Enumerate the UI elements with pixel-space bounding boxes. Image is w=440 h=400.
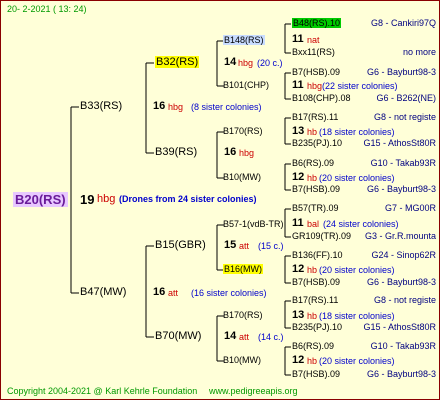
gen4-info-7: G6 - Bayburt98-3 [366,184,436,194]
gen3-number-4: 11 [292,217,304,229]
gen4-info-12: G8 - not registe [373,295,436,305]
gen4-name-14[interactable]: B6(RS).09 [292,341,334,351]
gen3-number-1: 11 [292,79,304,91]
gen2-name-1[interactable]: B39(RS) [155,146,197,158]
gen2-note-3: (14 c.) [258,332,284,342]
gen4-name-2[interactable]: B7(HSB).09 [292,67,340,77]
gen4-info-6: G10 - Takab93R [370,158,436,168]
gen3-name-4[interactable]: B57-1(vdB-TR) [223,219,284,229]
gen4-info-9: G3 - Gr.R.mounta [364,231,436,241]
gen3-number-2: 13 [292,125,305,137]
gen4-name-7[interactable]: B7(HSB).09 [292,184,340,194]
gen2-number-3: 14 [224,330,237,342]
gen3-note-3: (20 sister colonies) [319,173,395,183]
gen4-name-1[interactable]: Bxx11(RS) [292,47,335,57]
gen3-number-5: 12 [292,263,305,275]
gen1-number-1: 16 [153,286,166,298]
gen3-note-2: (18 sister colonies) [319,127,395,137]
gen4-name-4[interactable]: B17(RS).11 [292,112,338,122]
gen3-number-7: 12 [292,354,305,366]
gen4-info-1: no more [402,47,436,57]
gen3-note-7: (20 sister colonies) [319,356,395,366]
gen4-name-10[interactable]: B136(FF).10 [292,250,343,260]
gen4-info-11: G6 - Bayburt98-3 [366,277,436,287]
gen3-name-2[interactable]: B170(RS) [223,126,263,136]
gen3-code-3: hb [307,173,318,183]
gen2-code-1: hbg [239,148,255,158]
gen3-name-0[interactable]: B148(RS) [223,35,265,45]
gen3-name-3[interactable]: B10(MW) [223,172,261,182]
gen4-info-3: G6 - B262(NE) [376,93,436,103]
root-note: (Drones from 24 sister colonies) [119,194,257,204]
report-date: 20- 2-2021 ( 13: 24) [7,4,87,14]
gen3-code-1: hbg [307,81,323,91]
gen2-name-3[interactable]: B70(MW) [155,330,201,342]
gen1-code-1: att [168,288,179,298]
gen4-info-5: G15 - AthosSt80R [363,138,436,148]
gen3-name-1[interactable]: B101(CHP) [223,80,269,90]
gen2-code-2: att [239,241,250,251]
gen4-name-8[interactable]: B57(TR).09 [292,203,339,213]
gen3-name-7[interactable]: B10(MW) [223,355,261,365]
gen2-code-0: hbg [238,58,254,68]
gen4-info-10: G24 - Sinop62R [371,250,436,260]
gen3-code-6: hb [307,311,318,321]
gen3-code-7: hb [307,356,318,366]
gen3-name-5[interactable]: B16(MW) [223,264,263,274]
gen4-name-9[interactable]: GR109(TR).09 [292,231,351,241]
root-number: 19 [80,192,95,207]
gen4-name-13[interactable]: B235(PJ).10 [292,322,342,332]
root-queen-name[interactable]: B20(RS) [13,192,68,207]
gen4-info-0: G8 - Cankiri97Q [370,18,436,28]
gen4-name-12[interactable]: B17(RS).11 [292,295,338,305]
gen1-note-1: (16 sister colonies) [191,288,267,298]
gen2-note-0: (20 c.) [257,58,283,68]
gen4-info-8: G7 - MG00R [384,203,436,213]
gen3-note-5: (20 sister colonies) [319,265,395,275]
footer-site-link[interactable]: www.pedigreeapis.org [209,386,298,396]
gen4-info-15: G6 - Bayburt98-3 [366,369,436,379]
gen1-number-0: 16 [153,100,166,112]
gen1-name-0[interactable]: B33(RS) [80,100,122,112]
gen3-code-5: hb [307,265,318,275]
gen3-note-4: (24 sister colonies) [323,219,399,229]
gen4-name-15[interactable]: B7(HSB).09 [292,369,340,379]
gen4-info-13: G15 - AthosSt80R [363,322,436,332]
gen3-number-6: 13 [292,309,305,321]
gen1-name-1[interactable]: B47(MW) [80,286,126,298]
gen4-info-2: G6 - Bayburt98-3 [366,67,436,77]
gen4-info-14: G10 - Takab93R [370,341,436,351]
gen2-number-2: 15 [224,239,237,251]
gen1-note-0: (8 sister colonies) [191,102,262,112]
gen3-code-4: bal [307,219,320,229]
gen4-name-3[interactable]: B108(CHP).08 [292,93,351,103]
gen3-name-6[interactable]: B170(RS) [223,310,263,320]
gen2-number-0: 14 [224,56,237,68]
gen2-note-2: (15 c.) [258,241,284,251]
gen1-code-0: hbg [168,102,184,112]
gen3-code-0: nat [307,35,320,45]
gen3-number-0: 11 [292,33,304,45]
gen4-name-0[interactable]: B48(RS).10 [292,18,342,28]
gen4-info-4: G8 - not registe [373,112,436,122]
footer-copyright: Copyright 2004-2021 @ Karl Kehrle Founda… [7,386,198,396]
gen4-name-5[interactable]: B235(PJ).10 [292,138,342,148]
pedigree-frame: 20- 2-2021 ( 13: 24) B20(RS) 19 hbg (Dro… [0,0,440,400]
gen4-name-11[interactable]: B7(HSB).09 [292,277,340,287]
gen4-name-6[interactable]: B6(RS).09 [292,158,334,168]
root-code: hbg [97,193,116,205]
gen3-code-2: hb [307,127,318,137]
gen3-number-3: 12 [292,171,305,183]
gen3-note-1: (22 sister colonies) [322,81,398,91]
gen2-name-0[interactable]: B32(RS) [155,56,200,68]
gen2-name-2[interactable]: B15(GBR) [155,239,206,251]
gen2-number-1: 16 [224,146,237,158]
gen2-code-3: att [239,332,250,342]
gen3-note-6: (18 sister colonies) [319,311,395,321]
